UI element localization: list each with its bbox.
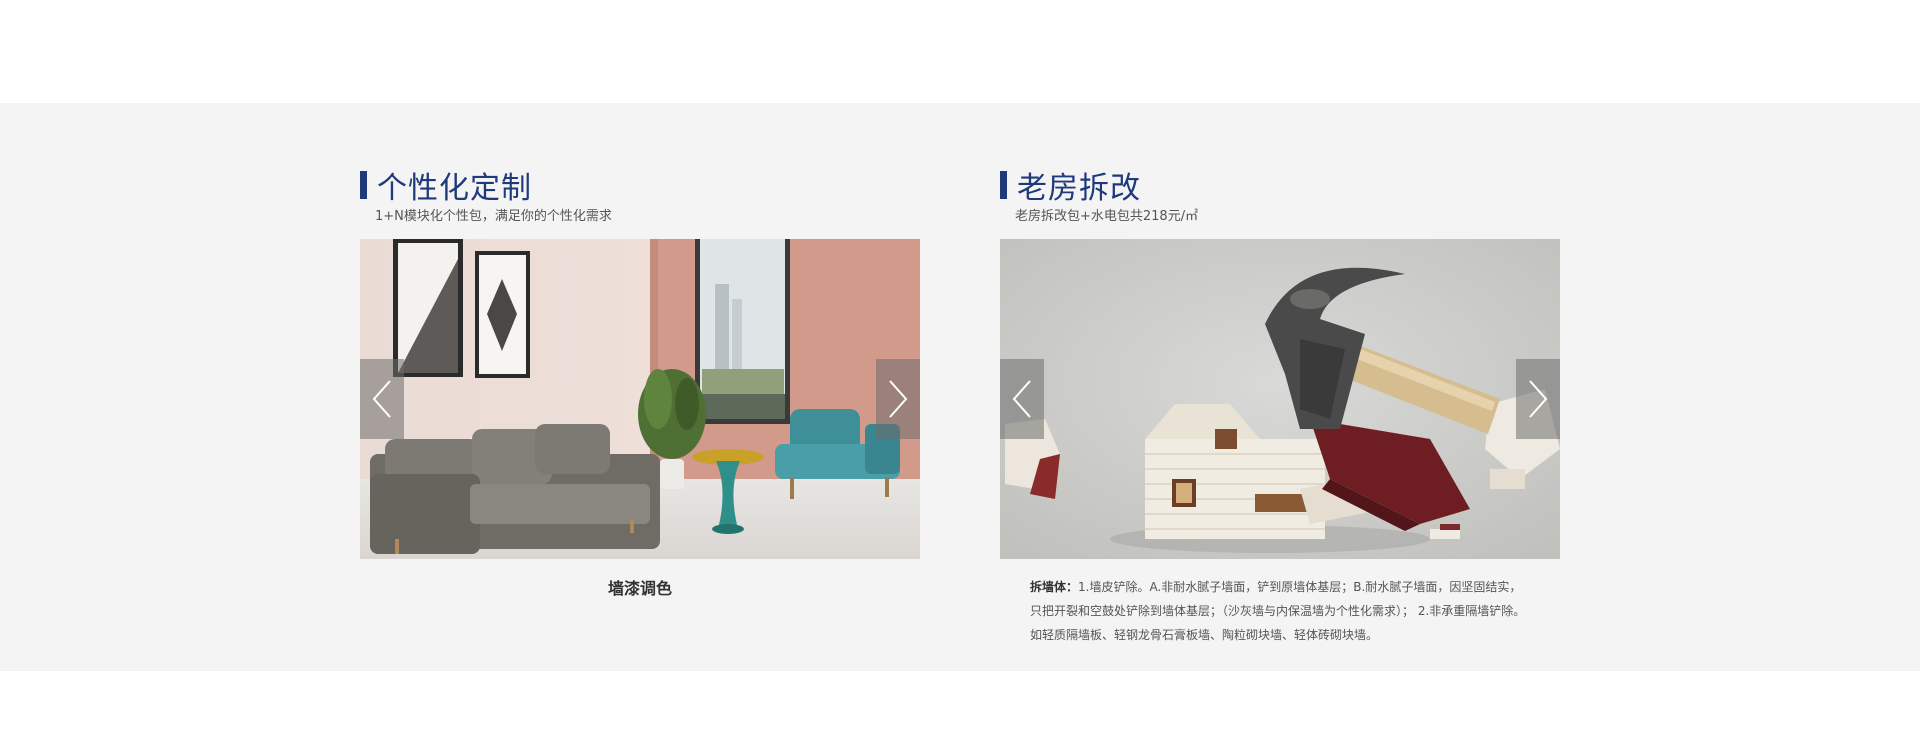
feature-band: 个性化定制 1+N模块化个性包，满足你的个性化需求 墙漆调色 老房拆改 老房拆改… (0, 103, 1920, 671)
demolition-carousel[interactable] (1000, 239, 1560, 559)
section-subtitle: 老房拆改包+水电包共218元/㎡ (1015, 209, 1199, 224)
section-subtitle: 1+N模块化个性包，满足你的个性化需求 (375, 209, 612, 224)
carousel-prev-button[interactable] (360, 359, 404, 439)
description-label: 拆墙体： (1030, 580, 1079, 594)
description-text: 1.墙皮铲除。A.非耐水腻子墙面，铲到原墙体基层；B.耐水腻子墙面，因坚固结实，… (1030, 580, 1526, 642)
chevron-left-icon (1012, 380, 1031, 418)
chevron-right-icon (1529, 380, 1548, 418)
accent-bar (1000, 171, 1007, 199)
accent-bar (360, 171, 367, 199)
custom-section: 个性化定制 1+N模块化个性包，满足你的个性化需求 墙漆调色 (360, 103, 920, 671)
chevron-left-icon (372, 380, 391, 418)
carousel-next-button[interactable] (876, 359, 920, 439)
carousel-prev-button[interactable] (1000, 359, 1044, 439)
section-title: 个性化定制 (377, 171, 532, 206)
chevron-right-icon (889, 380, 908, 418)
living-room-carousel[interactable] (360, 239, 920, 559)
section-title: 老房拆改 (1017, 171, 1141, 206)
slide-description: 拆墙体：1.墙皮铲除。A.非耐水腻子墙面，铲到原墙体基层；B.耐水腻子墙面，因坚… (1030, 575, 1530, 647)
living-room-image (360, 239, 920, 559)
carousel-next-button[interactable] (1516, 359, 1560, 439)
hammer-house-image (1000, 239, 1560, 559)
renovation-section: 老房拆改 老房拆改包+水电包共218元/㎡ 拆墙体：1.墙皮铲除。A.非耐水腻子… (1000, 103, 1560, 671)
slide-caption: 墙漆调色 (607, 579, 672, 598)
